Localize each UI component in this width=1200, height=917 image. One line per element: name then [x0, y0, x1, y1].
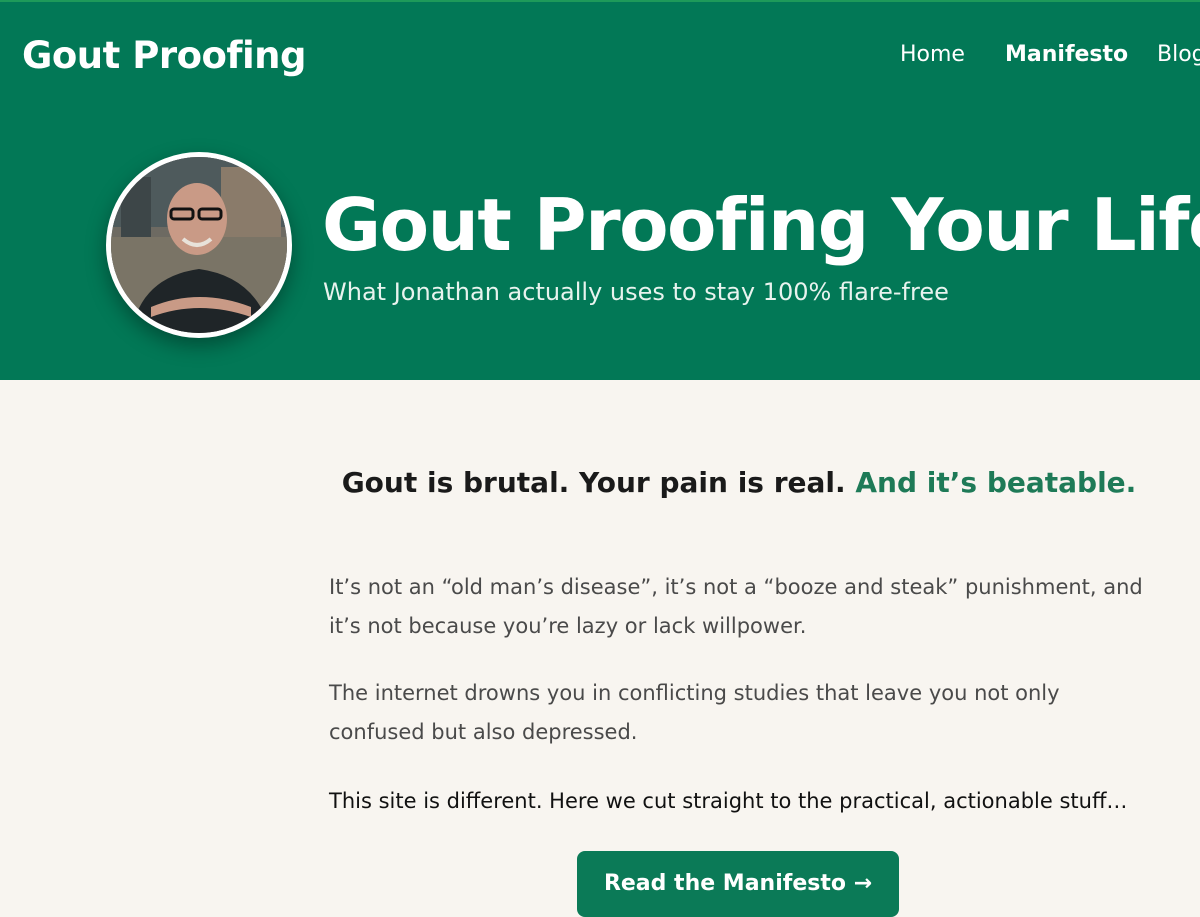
hero-banner: Gout Proofing Home Manifesto Blog Gout P…: [0, 0, 1200, 380]
top-accent-line: [0, 0, 1200, 2]
author-avatar: [106, 152, 292, 338]
different-paragraph: This site is different. Here we cut stra…: [329, 789, 1128, 813]
nav-blog-link[interactable]: Blog: [1157, 42, 1200, 67]
hero-title: Gout Proofing Your Life: [322, 183, 1200, 267]
profile-photo-icon: [111, 157, 287, 333]
site-logo-link[interactable]: Gout Proofing: [22, 34, 307, 77]
hero-subtitle: What Jonathan actually uses to stay 100%…: [323, 278, 949, 306]
main-headline: Gout is brutal. Your pain is real. And i…: [0, 466, 1200, 499]
nav-manifesto-link[interactable]: Manifesto: [1005, 42, 1128, 67]
nav-home-link[interactable]: Home: [900, 42, 965, 67]
intro-paragraph: It’s not an “old man’s disease”, it’s no…: [329, 575, 1143, 638]
headline-accent-text: And it’s beatable.: [855, 466, 1137, 499]
studies-paragraph: The internet drowns you in conflicting s…: [329, 681, 1060, 744]
main-content: Gout is brutal. Your pain is real. And i…: [0, 380, 1200, 917]
read-manifesto-button[interactable]: Read the Manifesto →: [577, 851, 899, 917]
headline-dark-text: Gout is brutal. Your pain is real.: [341, 466, 846, 499]
